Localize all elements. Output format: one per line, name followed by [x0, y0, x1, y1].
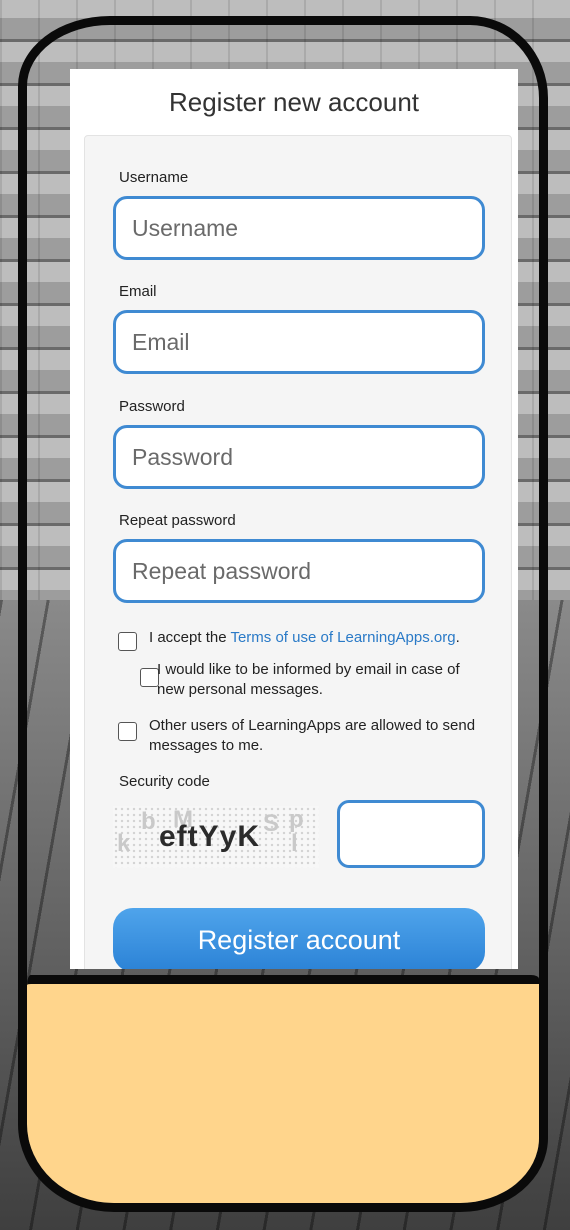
captcha-image: k b M S l p eftYyK [113, 806, 319, 868]
device-frame: Register new account Username Email Pass… [18, 16, 548, 1212]
email-label: Email [119, 283, 157, 300]
terms-checkbox[interactable] [118, 632, 137, 651]
captcha-code: eftYyK [159, 820, 261, 853]
terms-text-before: I accept the [149, 629, 231, 646]
bottom-panel [27, 975, 539, 1203]
notify-text: I would like to be informed by email in … [157, 661, 460, 698]
captcha-noise: k [117, 830, 131, 857]
terms-text: I accept the Terms of use of LearningApp… [149, 628, 489, 648]
registration-form: Username Email Password Repeat password … [84, 135, 512, 969]
captcha-noise: l [291, 830, 298, 857]
password-input[interactable] [113, 425, 485, 489]
terms-text-after: . [455, 629, 460, 646]
security-code-input[interactable] [337, 800, 485, 868]
terms-link[interactable]: Terms of use of LearningApps.org [230, 629, 455, 646]
captcha-noise: b [141, 808, 156, 835]
password-label: Password [119, 398, 185, 415]
page-title: Register new account [168, 87, 420, 117]
captcha-noise: p [289, 806, 304, 833]
messages-text: Other users of LearningApps are allowed … [149, 717, 476, 754]
email-input[interactable] [113, 310, 485, 374]
messages-checkbox[interactable] [118, 722, 137, 741]
repeat-password-label: Repeat password [119, 512, 236, 529]
captcha-noise: S [263, 810, 280, 837]
username-input[interactable] [113, 196, 485, 260]
username-label: Username [119, 169, 189, 186]
registration-screen: Register new account Username Email Pass… [70, 69, 518, 969]
repeat-password-input[interactable] [113, 539, 485, 603]
register-account-button[interactable]: Register account [113, 908, 485, 969]
security-code-label: Security code [119, 773, 210, 790]
